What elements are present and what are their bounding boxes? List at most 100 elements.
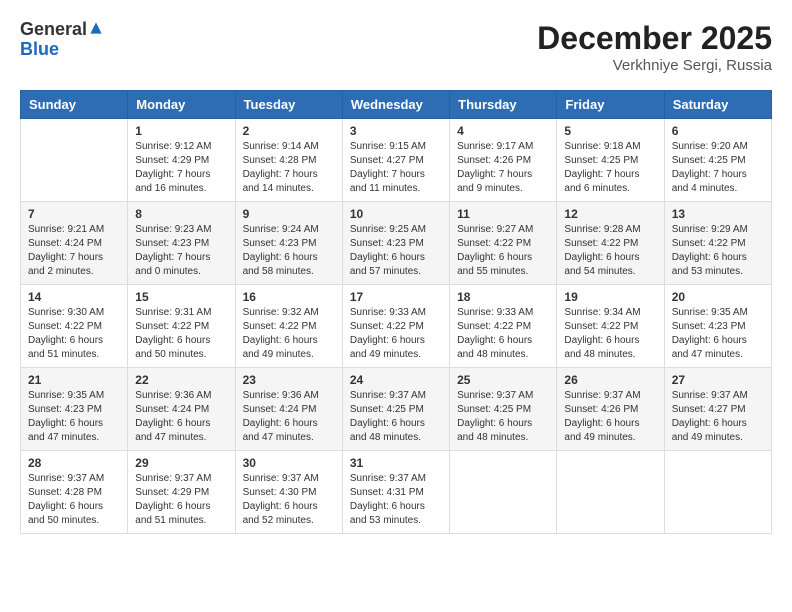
logo-blue-text: Blue <box>20 40 103 60</box>
calendar-table: SundayMondayTuesdayWednesdayThursdayFrid… <box>20 90 772 534</box>
day-number: 13 <box>672 207 764 221</box>
calendar-cell: 26Sunrise: 9:37 AMSunset: 4:26 PMDayligh… <box>557 368 664 451</box>
calendar-cell <box>450 451 557 534</box>
calendar-week-row: 14 Sunrise: 9:30 AMSunset: 4:22 PMDayligh… <box>21 285 772 368</box>
weekday-header-friday: Friday <box>557 91 664 119</box>
day-info: Sunrise: 9:23 AMSunset: 4:23 PMDaylight:… <box>135 223 227 279</box>
weekday-header-wednesday: Wednesday <box>342 91 449 119</box>
calendar-cell: 3 Sunrise: 9:15 AMSunset: 4:27 PMDaylight… <box>342 119 449 202</box>
day-number: 8 <box>135 207 227 221</box>
calendar-cell: 4 Sunrise: 9:17 AMSunset: 4:26 PMDaylight… <box>450 119 557 202</box>
day-number: 28 <box>28 456 120 470</box>
day-info: Sunrise: 9:37 AMSunset: 4:29 PMDaylight:… <box>135 472 227 528</box>
calendar-cell: 14 Sunrise: 9:30 AMSunset: 4:22 PMDayligh… <box>21 285 128 368</box>
calendar-cell: 23 Sunrise: 9:36 AMSunset: 4:24 PMDayligh… <box>235 368 342 451</box>
day-number: 14 <box>28 290 120 304</box>
calendar-cell: 29 Sunrise: 9:37 AMSunset: 4:29 PMDayligh… <box>128 451 235 534</box>
title-block: December 2025 Verkhniye Sergi, Russia <box>537 20 772 74</box>
weekday-header-row: SundayMondayTuesdayWednesdayThursdayFrid… <box>21 91 772 119</box>
day-number: 4 <box>457 124 549 138</box>
location-title: Verkhniye Sergi, Russia <box>537 57 772 74</box>
page-header: General Blue December 2025 Verkhniye Ser… <box>20 20 772 74</box>
day-info: Sunrise: 9:29 AMSunset: 4:22 PMDaylight:… <box>672 223 764 279</box>
day-info: Sunrise: 9:15 AMSunset: 4:27 PMDaylight:… <box>350 140 442 196</box>
day-info: Sunrise: 9:34 AMSunset: 4:22 PMDaylight:… <box>564 306 656 362</box>
weekday-header-tuesday: Tuesday <box>235 91 342 119</box>
day-info: Sunrise: 9:17 AMSunset: 4:26 PMDaylight:… <box>457 140 549 196</box>
day-info: Sunrise: 9:37 AMSunset: 4:27 PMDaylight:… <box>672 389 764 445</box>
day-info: Sunrise: 9:35 AMSunset: 4:23 PMDaylight:… <box>672 306 764 362</box>
day-number: 15 <box>135 290 227 304</box>
calendar-cell: 31 Sunrise: 9:37 AMSunset: 4:31 PMDayligh… <box>342 451 449 534</box>
calendar-cell: 17 Sunrise: 9:33 AMSunset: 4:22 PMDayligh… <box>342 285 449 368</box>
day-number: 18 <box>457 290 549 304</box>
calendar-cell: 7 Sunrise: 9:21 AMSunset: 4:24 PMDaylight… <box>21 202 128 285</box>
calendar-cell: 8 Sunrise: 9:23 AMSunset: 4:23 PMDaylight… <box>128 202 235 285</box>
logo-icon <box>89 21 103 35</box>
day-info: Sunrise: 9:33 AMSunset: 4:22 PMDaylight:… <box>350 306 442 362</box>
weekday-header-thursday: Thursday <box>450 91 557 119</box>
calendar-cell: 18Sunrise: 9:33 AMSunset: 4:22 PMDayligh… <box>450 285 557 368</box>
logo: General Blue <box>20 20 103 60</box>
day-info: Sunrise: 9:30 AMSunset: 4:22 PMDaylight:… <box>28 306 120 362</box>
day-info: Sunrise: 9:37 AMSunset: 4:25 PMDaylight:… <box>457 389 549 445</box>
calendar-cell: 10Sunrise: 9:25 AMSunset: 4:23 PMDayligh… <box>342 202 449 285</box>
calendar-cell: 5Sunrise: 9:18 AMSunset: 4:25 PMDaylight… <box>557 119 664 202</box>
day-info: Sunrise: 9:32 AMSunset: 4:22 PMDaylight:… <box>243 306 335 362</box>
day-number: 31 <box>350 456 442 470</box>
day-info: Sunrise: 9:35 AMSunset: 4:23 PMDaylight:… <box>28 389 120 445</box>
day-number: 10 <box>350 207 442 221</box>
day-number: 12 <box>564 207 656 221</box>
calendar-cell: 19 Sunrise: 9:34 AMSunset: 4:22 PMDayligh… <box>557 285 664 368</box>
calendar-cell: 28 Sunrise: 9:37 AMSunset: 4:28 PMDayligh… <box>21 451 128 534</box>
day-number: 29 <box>135 456 227 470</box>
day-info: Sunrise: 9:12 AMSunset: 4:29 PMDaylight:… <box>135 140 227 196</box>
day-number: 22 <box>135 373 227 387</box>
day-number: 23 <box>243 373 335 387</box>
day-info: Sunrise: 9:31 AMSunset: 4:22 PMDaylight:… <box>135 306 227 362</box>
day-number: 6 <box>672 124 764 138</box>
day-info: Sunrise: 9:37 AMSunset: 4:30 PMDaylight:… <box>243 472 335 528</box>
weekday-header-sunday: Sunday <box>21 91 128 119</box>
day-number: 7 <box>28 207 120 221</box>
day-info: Sunrise: 9:20 AMSunset: 4:25 PMDaylight:… <box>672 140 764 196</box>
day-number: 16 <box>243 290 335 304</box>
calendar-week-row: 21 Sunrise: 9:35 AMSunset: 4:23 PMDayligh… <box>21 368 772 451</box>
day-number: 3 <box>350 124 442 138</box>
day-number: 27 <box>672 373 764 387</box>
calendar-cell: 12 Sunrise: 9:28 AMSunset: 4:22 PMDayligh… <box>557 202 664 285</box>
calendar-cell: 16 Sunrise: 9:32 AMSunset: 4:22 PMDayligh… <box>235 285 342 368</box>
day-number: 17 <box>350 290 442 304</box>
day-info: Sunrise: 9:24 AMSunset: 4:23 PMDaylight:… <box>243 223 335 279</box>
day-info: Sunrise: 9:21 AMSunset: 4:24 PMDaylight:… <box>28 223 120 279</box>
day-number: 5 <box>564 124 656 138</box>
calendar-cell: 9 Sunrise: 9:24 AMSunset: 4:23 PMDaylight… <box>235 202 342 285</box>
day-number: 19 <box>564 290 656 304</box>
calendar-cell: 13 Sunrise: 9:29 AMSunset: 4:22 PMDayligh… <box>664 202 771 285</box>
calendar-cell: 1 Sunrise: 9:12 AMSunset: 4:29 PMDaylight… <box>128 119 235 202</box>
day-number: 30 <box>243 456 335 470</box>
calendar-cell: 2Sunrise: 9:14 AMSunset: 4:28 PMDaylight… <box>235 119 342 202</box>
calendar-cell <box>21 119 128 202</box>
day-info: Sunrise: 9:36 AMSunset: 4:24 PMDaylight:… <box>135 389 227 445</box>
day-number: 26 <box>564 373 656 387</box>
calendar-cell: 6 Sunrise: 9:20 AMSunset: 4:25 PMDaylight… <box>664 119 771 202</box>
weekday-header-monday: Monday <box>128 91 235 119</box>
calendar-week-row: 1 Sunrise: 9:12 AMSunset: 4:29 PMDaylight… <box>21 119 772 202</box>
day-number: 25 <box>457 373 549 387</box>
calendar-cell: 20Sunrise: 9:35 AMSunset: 4:23 PMDayligh… <box>664 285 771 368</box>
day-info: Sunrise: 9:37 AMSunset: 4:28 PMDaylight:… <box>28 472 120 528</box>
day-number: 9 <box>243 207 335 221</box>
day-number: 11 <box>457 207 549 221</box>
day-info: Sunrise: 9:36 AMSunset: 4:24 PMDaylight:… <box>243 389 335 445</box>
day-info: Sunrise: 9:28 AMSunset: 4:22 PMDaylight:… <box>564 223 656 279</box>
day-number: 21 <box>28 373 120 387</box>
day-info: Sunrise: 9:14 AMSunset: 4:28 PMDaylight:… <box>243 140 335 196</box>
calendar-cell: 30 Sunrise: 9:37 AMSunset: 4:30 PMDayligh… <box>235 451 342 534</box>
day-number: 1 <box>135 124 227 138</box>
calendar-cell: 25 Sunrise: 9:37 AMSunset: 4:25 PMDayligh… <box>450 368 557 451</box>
weekday-header-saturday: Saturday <box>664 91 771 119</box>
day-info: Sunrise: 9:37 AMSunset: 4:31 PMDaylight:… <box>350 472 442 528</box>
calendar-week-row: 7 Sunrise: 9:21 AMSunset: 4:24 PMDaylight… <box>21 202 772 285</box>
logo-general-text: General <box>20 19 87 39</box>
